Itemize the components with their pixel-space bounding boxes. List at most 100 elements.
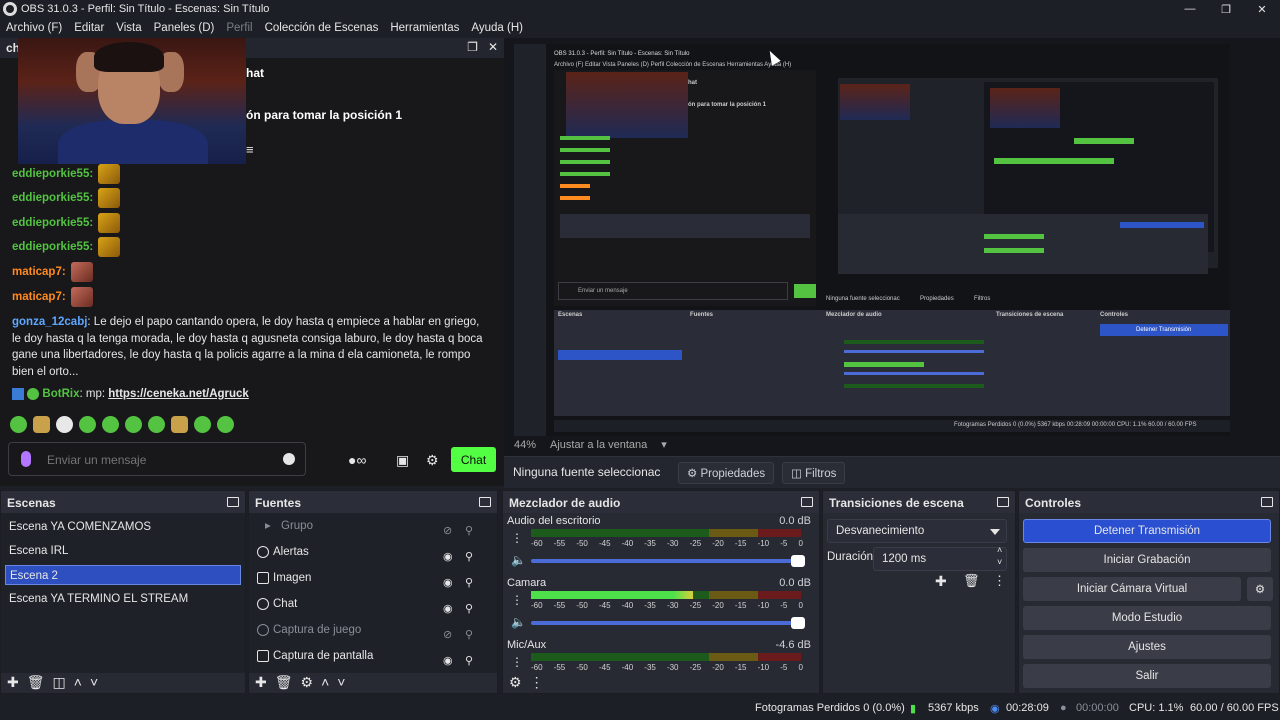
lock-icon[interactable]: ⚲ — [465, 598, 473, 620]
settings-button[interactable]: Ajustes — [1023, 635, 1271, 659]
source-item-grupo[interactable]: ▸ Grupo ⊘ ⚲ — [255, 515, 480, 537]
volume-slider[interactable] — [531, 555, 805, 567]
start-virtual-camera-button[interactable]: Iniciar Cámara Virtual — [1023, 577, 1241, 601]
menu-editar[interactable]: Editar — [74, 22, 104, 34]
source-item-captura-juego[interactable]: Captura de juego ⊘ ⚲ — [255, 619, 480, 641]
emote-icon[interactable] — [171, 416, 188, 433]
slider-handle[interactable] — [791, 617, 805, 629]
chevron-down-icon[interactable]: ˅ — [337, 674, 345, 690]
lock-icon[interactable]: ⚲ — [465, 572, 473, 594]
duration-input[interactable]: 1200 ms — [873, 547, 1007, 571]
lock-icon[interactable]: ⚲ — [465, 650, 473, 672]
hidden-eye-icon[interactable]: ⊘ — [443, 520, 452, 542]
eye-icon[interactable]: ◉ — [443, 572, 453, 594]
speaker-icon[interactable]: 🔈 — [511, 553, 526, 567]
undock-icon[interactable] — [997, 497, 1009, 507]
properties-button[interactable]: ⚙ Propiedades — [678, 462, 775, 484]
emote-icon[interactable] — [79, 416, 96, 433]
chevron-up-icon[interactable]: ˄ — [321, 674, 329, 690]
hidden-eye-icon[interactable]: ⊘ — [443, 624, 452, 646]
advanced-audio-gear-icon[interactable]: ⚙ — [509, 674, 522, 691]
undock-icon[interactable]: ❐ — [467, 40, 478, 54]
undock-icon[interactable] — [1261, 497, 1273, 507]
source-item-imagen[interactable]: Imagen ◉ ⚲ — [255, 567, 480, 589]
expand-icon[interactable]: ▸ — [265, 515, 271, 537]
scene-filters-icon[interactable]: ◫ — [53, 674, 66, 691]
menu-vista[interactable]: Vista — [116, 22, 141, 34]
source-item-alertas[interactable]: Alertas ◉ ⚲ — [255, 541, 480, 563]
chevron-down-icon[interactable]: ▾ — [661, 438, 667, 451]
scene-item-selected[interactable]: Escena 2 — [5, 565, 241, 585]
gift-icon[interactable]: ▣ — [396, 452, 409, 469]
gear-icon[interactable]: ⚙ — [301, 674, 314, 691]
emote-icon[interactable] — [10, 416, 27, 433]
chat-username[interactable]: eddieporkie55: — [12, 168, 93, 180]
transition-menu-icon[interactable]: ⋮ — [993, 573, 1006, 589]
stop-stream-button[interactable]: Detener Transmisión — [1023, 519, 1271, 543]
menu-herramientas[interactable]: Herramientas — [390, 22, 459, 34]
lock-icon[interactable]: ⚲ — [465, 546, 473, 568]
chat-username[interactable]: eddieporkie55: — [12, 192, 93, 204]
eye-icon[interactable]: ◉ — [443, 650, 453, 672]
emote-icon[interactable] — [102, 416, 119, 433]
volume-slider[interactable] — [531, 617, 805, 629]
send-chat-button[interactable]: Chat — [451, 447, 496, 472]
chat-username[interactable]: BotRix — [42, 388, 79, 400]
scene-item[interactable]: Escena YA TERMINO EL STREAM — [5, 589, 241, 609]
minimize-icon[interactable]: — — [1172, 0, 1208, 18]
close-dock-icon[interactable]: ✕ — [488, 40, 498, 54]
menu-coleccion-escenas[interactable]: Colección de Escenas — [265, 22, 379, 34]
trash-icon[interactable]: 🗑 — [275, 674, 293, 691]
undock-icon[interactable] — [801, 497, 813, 507]
scene-item[interactable]: Escena YA COMENZAMOS — [5, 517, 241, 537]
chat-username[interactable]: eddieporkie55: — [12, 241, 93, 253]
undock-icon[interactable] — [227, 497, 239, 507]
chat-username[interactable]: maticap7: — [12, 266, 66, 278]
source-item-chat[interactable]: Chat ◉ ⚲ — [255, 593, 480, 615]
chat-username[interactable]: gonza_12cabj — [12, 316, 87, 328]
emote-icon[interactable] — [148, 416, 165, 433]
chat-username[interactable]: maticap7: — [12, 291, 66, 303]
emote-icon[interactable] — [217, 416, 234, 433]
emoji-icon[interactable] — [283, 453, 295, 465]
slider-handle[interactable] — [791, 555, 805, 567]
emote-icon[interactable] — [194, 416, 211, 433]
chat-link[interactable]: https://ceneka.net/Agruck — [108, 388, 249, 400]
filters-button[interactable]: ◫ Filtros — [782, 462, 846, 484]
fit-window-dropdown[interactable]: Ajustar a la ventana — [550, 439, 647, 451]
emote-icon[interactable] — [125, 416, 142, 433]
mixer-menu-icon[interactable]: ⋮ — [530, 674, 544, 691]
emote-picker-icon[interactable]: ●∞ — [348, 452, 366, 468]
maximize-icon[interactable]: ❐ — [1208, 0, 1244, 18]
chevron-up-icon[interactable]: ˄ — [74, 674, 82, 690]
channel-menu-icon[interactable]: ⋮ — [511, 593, 523, 607]
eye-icon[interactable]: ◉ — [443, 546, 453, 568]
transition-select[interactable]: Desvanecimiento — [827, 519, 1007, 543]
close-icon[interactable]: ✕ — [1244, 0, 1280, 18]
trash-icon[interactable]: 🗑 — [963, 573, 980, 589]
chat-settings-icon[interactable]: ≡ — [246, 142, 254, 157]
start-recording-button[interactable]: Iniciar Grabación — [1023, 548, 1271, 572]
chat-message-input[interactable] — [47, 451, 277, 469]
source-item-captura-pantalla[interactable]: Captura de pantalla ◉ ⚲ — [255, 645, 480, 667]
channel-menu-icon[interactable]: ⋮ — [511, 531, 523, 545]
exit-button[interactable]: Salir — [1023, 664, 1271, 688]
menu-paneles[interactable]: Paneles (D) — [154, 22, 215, 34]
channel-menu-icon[interactable]: ⋮ — [511, 655, 523, 669]
studio-mode-button[interactable]: Modo Estudio — [1023, 606, 1271, 630]
chat-input-box[interactable] — [8, 442, 306, 476]
menu-archivo[interactable]: Archivo (F) — [6, 22, 62, 34]
gear-icon[interactable]: ⚙ — [426, 452, 439, 469]
add-scene-icon[interactable]: ✚ — [7, 674, 19, 691]
menu-ayuda[interactable]: Ayuda (H) — [471, 22, 523, 34]
chevron-down-icon[interactable]: ˅ — [90, 674, 98, 690]
scene-item[interactable]: Escena IRL — [5, 541, 241, 561]
emote-icon[interactable] — [33, 416, 50, 433]
lock-icon[interactable]: ⚲ — [465, 624, 473, 646]
eye-icon[interactable]: ◉ — [443, 598, 453, 620]
spin-up-icon[interactable]: ˄ — [997, 545, 1002, 555]
lock-icon[interactable]: ⚲ — [465, 520, 473, 542]
menu-perfil[interactable]: Perfil — [226, 22, 252, 34]
chat-username[interactable]: eddieporkie55: — [12, 217, 93, 229]
add-source-icon[interactable]: ✚ — [255, 674, 267, 691]
